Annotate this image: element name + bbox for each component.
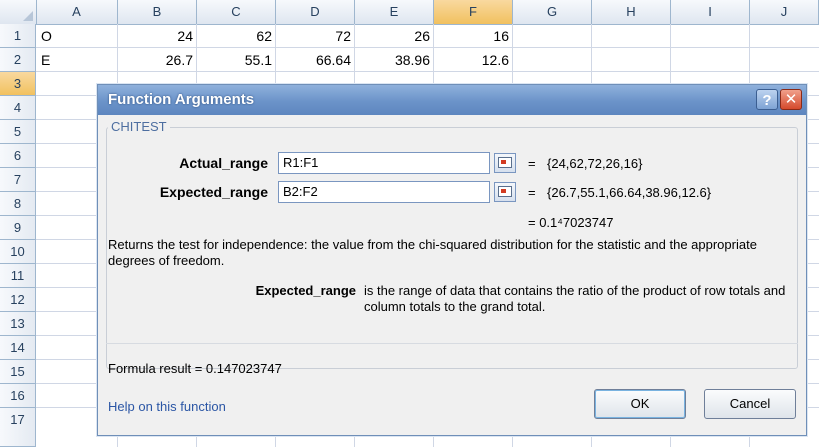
row-header-14[interactable]: 14 <box>0 336 36 360</box>
row-header-2[interactable]: 2 <box>0 48 36 72</box>
column-header-f[interactable]: F <box>434 0 513 24</box>
row-header-3[interactable]: 3 <box>0 72 36 96</box>
actual-range-value: {24,62,72,26,16} <box>547 156 643 171</box>
row-header-17[interactable]: 17 <box>0 408 36 447</box>
parameter-description: is the range of data that contains the r… <box>364 283 786 314</box>
dialog-title: Function Arguments <box>108 91 255 108</box>
row-header-9[interactable]: 9 <box>0 216 36 240</box>
range-select-icon <box>498 157 512 168</box>
cell-a1[interactable]: O <box>37 24 117 48</box>
row-header-1[interactable]: 1 <box>0 24 36 48</box>
help-icon[interactable]: ? <box>756 89 778 110</box>
expected-range-equals: = <box>528 185 536 200</box>
select-all-corner[interactable] <box>0 0 37 24</box>
cell-e1[interactable]: 26 <box>355 24 434 48</box>
function-name: CHITEST <box>108 119 170 134</box>
parameter-name: Expected_range <box>255 283 356 298</box>
cell-f2[interactable]: 12.6 <box>434 48 513 72</box>
row-header-13[interactable]: 13 <box>0 312 36 336</box>
actual-range-label: Actual_range <box>179 155 268 171</box>
row-header-8[interactable]: 8 <box>0 192 36 216</box>
row-header-11[interactable]: 11 <box>0 264 36 288</box>
divider <box>106 343 798 344</box>
function-arguments-dialog: Function Arguments ? ✕ CHITEST Actual_ra… <box>97 84 807 436</box>
cancel-button[interactable]: Cancel <box>704 389 796 419</box>
cell-a2[interactable]: E <box>37 48 117 72</box>
ok-button[interactable]: OK <box>594 389 686 419</box>
row-header-6[interactable]: 6 <box>0 144 36 168</box>
help-on-function-link[interactable]: Help on this function <box>108 399 226 414</box>
expected-range-collapse-button[interactable] <box>494 182 516 202</box>
cell-c2[interactable]: 55.1 <box>197 48 276 72</box>
row-header-4[interactable]: 4 <box>0 96 36 120</box>
cell-b1[interactable]: 24 <box>118 24 197 48</box>
column-header-h[interactable]: H <box>592 0 671 24</box>
column-header-b[interactable]: B <box>118 0 197 24</box>
function-result: = 0.1⁴7023747 <box>528 215 614 230</box>
expected-range-label: Expected_range <box>159 184 268 200</box>
expected-range-value: {26.7,55.1,66.64,38.96,12.6} <box>547 185 712 200</box>
formula-result: Formula result = 0.147023747 <box>108 361 282 376</box>
cell-f1[interactable]: 16 <box>434 24 513 48</box>
cell-d2[interactable]: 66.64 <box>276 48 355 72</box>
column-header-j[interactable]: J <box>750 0 819 24</box>
column-header-e[interactable]: E <box>355 0 434 24</box>
expected-range-input[interactable]: B2:F2 <box>278 181 490 203</box>
actual-range-equals: = <box>528 156 536 171</box>
cell-c1[interactable]: 62 <box>197 24 276 48</box>
actual-range-collapse-button[interactable] <box>494 153 516 173</box>
close-icon[interactable]: ✕ <box>780 89 802 110</box>
row-header-7[interactable]: 7 <box>0 168 36 192</box>
range-select-icon <box>498 186 512 197</box>
row-header-15[interactable]: 15 <box>0 360 36 384</box>
column-header-a[interactable]: A <box>36 0 118 24</box>
column-header-c[interactable]: C <box>197 0 276 24</box>
row-header-12[interactable]: 12 <box>0 288 36 312</box>
row-header-16[interactable]: 16 <box>0 384 36 408</box>
row-header-10[interactable]: 10 <box>0 240 36 264</box>
cell-b2[interactable]: 26.7 <box>118 48 197 72</box>
cell-e2[interactable]: 38.96 <box>355 48 434 72</box>
function-description: Returns the test for independence: the v… <box>108 237 757 268</box>
column-header-i[interactable]: I <box>671 0 750 24</box>
column-header-g[interactable]: G <box>513 0 592 24</box>
actual-range-input[interactable]: R1:F1 <box>278 152 490 174</box>
dialog-title-bar[interactable]: Function Arguments ? ✕ <box>98 85 806 115</box>
row-header-5[interactable]: 5 <box>0 120 36 144</box>
cell-d1[interactable]: 72 <box>276 24 355 48</box>
column-header-d[interactable]: D <box>276 0 355 24</box>
